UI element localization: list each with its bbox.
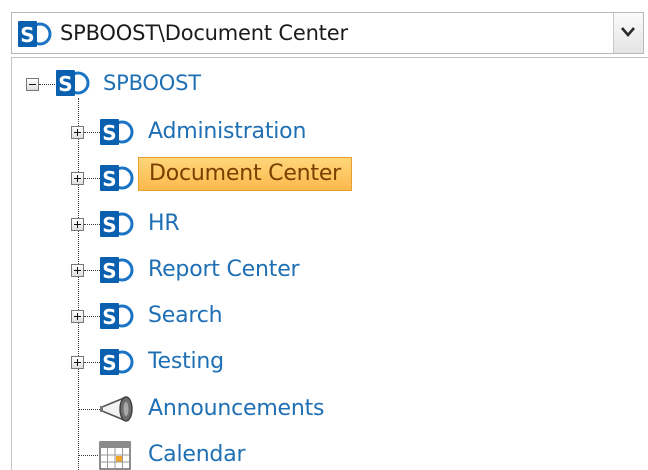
tree-connector bbox=[84, 178, 100, 179]
tree-connector bbox=[78, 409, 100, 410]
tree-node-hr[interactable]: HR bbox=[148, 210, 180, 238]
tree-node-report-center[interactable]: Report Center bbox=[148, 256, 300, 284]
tree-connector bbox=[78, 455, 98, 456]
collapse-toggle[interactable] bbox=[26, 78, 39, 91]
expand-toggle[interactable] bbox=[71, 126, 84, 139]
sharepoint-site-icon: S bbox=[100, 165, 134, 191]
site-picker-panel: S SPBOOST\Document Center S SPBOOST S Ad… bbox=[0, 0, 648, 470]
tree-connector bbox=[84, 362, 100, 363]
chevron-down-icon bbox=[621, 27, 635, 37]
tree-connector bbox=[84, 316, 100, 317]
site-path-combobox[interactable]: S SPBOOST\Document Center bbox=[11, 12, 644, 54]
sharepoint-site-icon: S bbox=[100, 303, 134, 329]
expand-toggle[interactable] bbox=[71, 356, 84, 369]
svg-text:S: S bbox=[102, 121, 116, 145]
expand-toggle[interactable] bbox=[71, 172, 84, 185]
expand-toggle[interactable] bbox=[71, 264, 84, 277]
svg-text:S: S bbox=[102, 213, 116, 237]
svg-text:S: S bbox=[20, 23, 34, 47]
expand-toggle[interactable] bbox=[71, 310, 84, 323]
tree-connector bbox=[84, 132, 100, 133]
tree-connector bbox=[84, 270, 100, 271]
sharepoint-site-icon: S bbox=[100, 257, 134, 283]
svg-text:S: S bbox=[102, 351, 116, 375]
sharepoint-site-icon: S bbox=[100, 119, 134, 145]
svg-text:S: S bbox=[58, 72, 72, 96]
megaphone-icon bbox=[100, 396, 133, 422]
expand-toggle[interactable] bbox=[71, 218, 84, 231]
tree-connector bbox=[84, 224, 100, 225]
tree-node-testing[interactable]: Testing bbox=[148, 348, 224, 376]
tree-node-calendar[interactable]: Calendar bbox=[148, 441, 246, 469]
tree-node-search[interactable]: Search bbox=[148, 302, 223, 330]
svg-text:S: S bbox=[102, 305, 116, 329]
site-path-value: SPBOOST\Document Center bbox=[60, 21, 348, 45]
tree-connector bbox=[39, 84, 55, 85]
sharepoint-site-icon: S bbox=[100, 349, 134, 375]
site-tree-view[interactable]: S SPBOOST S Administration S Document Ce… bbox=[11, 57, 648, 470]
sharepoint-site-icon: S bbox=[18, 21, 52, 47]
tree-node-announcements[interactable]: Announcements bbox=[148, 395, 325, 423]
tree-node-administration[interactable]: Administration bbox=[148, 118, 306, 146]
dropdown-button[interactable] bbox=[613, 13, 643, 53]
svg-text:S: S bbox=[102, 259, 116, 283]
svg-text:S: S bbox=[102, 167, 116, 191]
sharepoint-site-icon: S bbox=[56, 70, 90, 96]
calendar-icon bbox=[99, 441, 131, 470]
tree-node-document-center-selected[interactable]: Document Center bbox=[138, 157, 353, 191]
tree-connector bbox=[78, 98, 79, 470]
sharepoint-site-icon: S bbox=[100, 211, 134, 237]
tree-node-root-label[interactable]: SPBOOST bbox=[103, 69, 201, 97]
